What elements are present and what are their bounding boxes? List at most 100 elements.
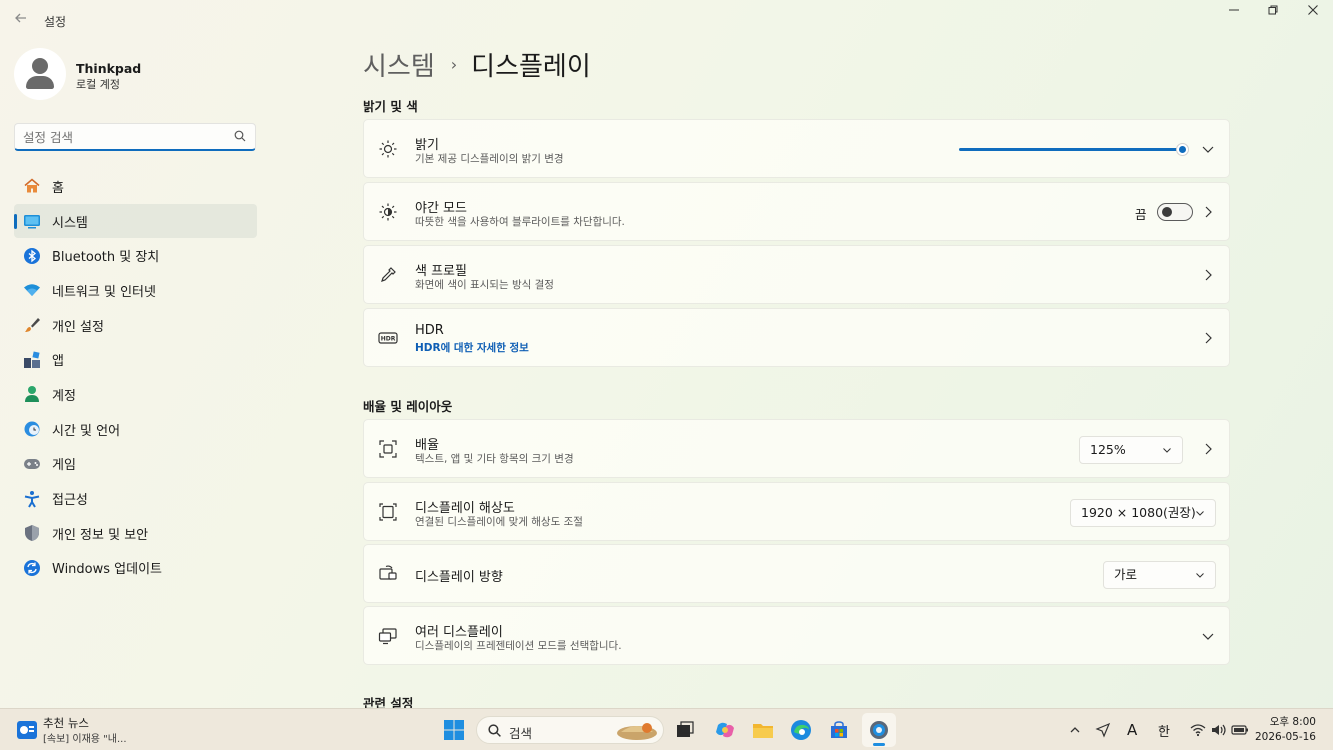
bluetooth-icon <box>22 246 42 266</box>
multiple-displays-card[interactable]: 여러 디스플레이 디스플레이의 프레젠테이션 모드를 선택합니다. <box>363 606 1230 665</box>
sidebar-item-apps[interactable]: 앱 <box>14 342 257 377</box>
night-mode-card[interactable]: 야간 모드 따뜻한 색을 사용하여 블루라이트를 차단합니다. 끔 <box>363 182 1230 241</box>
back-button[interactable] <box>10 10 32 32</box>
brightness-slider-thumb[interactable] <box>1176 143 1189 156</box>
sidebar-item-system[interactable]: 시스템 <box>14 203 257 239</box>
title-bar: 설정 <box>0 0 1333 40</box>
color-profile-subtitle: 화면에 색이 표시되는 방식 결정 <box>415 279 554 291</box>
avatar <box>14 48 66 100</box>
file-explorer-icon[interactable] <box>750 717 776 743</box>
chevron-down-icon[interactable] <box>1201 628 1215 644</box>
clock[interactable]: 오후 8:00 2026-05-16 <box>1255 715 1316 745</box>
sidebar-item-network[interactable]: 네트워크 및 인터넷 <box>14 273 257 308</box>
orientation-dropdown[interactable]: 가로 <box>1103 561 1216 589</box>
page-title: 디스플레이 <box>471 52 591 82</box>
input-language-indicator[interactable]: 한 <box>1158 721 1170 740</box>
maximize-button[interactable] <box>1255 4 1291 22</box>
night-mode-toggle[interactable] <box>1157 203 1193 221</box>
volume-icon[interactable] <box>1208 717 1230 743</box>
accessibility-icon <box>22 489 42 509</box>
sidebar-item-gaming[interactable]: 게임 <box>14 447 257 482</box>
sidebar-item-accessibility[interactable]: 접근성 <box>14 481 257 516</box>
hdr-title: HDR <box>415 323 444 338</box>
night-light-icon <box>379 203 397 221</box>
resolution-dropdown[interactable]: 1920 × 1080(권장) <box>1070 499 1216 527</box>
taskbar: 추천 뉴스 [속보] 이재용 "내... 검색 A 한 오후 8:00 2026… <box>0 708 1333 750</box>
chevron-right-icon[interactable] <box>1201 267 1215 283</box>
resolution-icon <box>379 503 397 521</box>
sidebar-item-windows-update[interactable]: Windows 업데이트 <box>14 551 257 586</box>
scale-dropdown-value: 125% <box>1090 442 1126 457</box>
account-icon <box>22 384 42 404</box>
location-icon[interactable] <box>1092 717 1114 743</box>
settings-app-icon[interactable] <box>862 713 896 747</box>
chevron-right-icon[interactable] <box>1201 204 1215 220</box>
battery-icon[interactable] <box>1229 717 1251 743</box>
breadcrumb-parent[interactable]: 시스템 <box>363 46 435 83</box>
minimize-button[interactable] <box>1216 4 1252 22</box>
orientation-card[interactable]: 디스플레이 방향 가로 <box>363 544 1230 603</box>
sidebar-item-privacy[interactable]: 개인 정보 및 보안 <box>14 516 257 551</box>
resolution-dropdown-value: 1920 × 1080(권장) <box>1081 505 1196 520</box>
hdr-info-link[interactable]: HDR에 대한 자세한 정보 <box>415 340 529 355</box>
wifi-status-icon[interactable] <box>1187 717 1209 743</box>
search-icon <box>488 724 501 737</box>
edge-browser-icon[interactable] <box>788 717 814 743</box>
user-profile[interactable]: Thinkpad 로컬 계정 <box>14 48 254 102</box>
windows-logo-icon <box>444 720 464 740</box>
ime-mode-indicator[interactable]: A <box>1127 721 1137 739</box>
settings-search-input[interactable] <box>23 128 223 146</box>
breadcrumb: 시스템 › 디스플레이 <box>363 46 591 83</box>
taskbar-search[interactable]: 검색 <box>476 716 664 744</box>
brightness-slider-track[interactable] <box>959 148 1181 151</box>
close-icon <box>1308 5 1318 15</box>
wifi-icon <box>22 280 42 300</box>
settings-search-box[interactable] <box>14 123 256 151</box>
task-view-icon[interactable] <box>672 717 698 743</box>
brightness-card[interactable]: 밝기 기본 제공 디스플레이의 밝기 변경 <box>363 119 1230 178</box>
close-button[interactable] <box>1295 4 1331 22</box>
settings-window: 설정 Thinkpad 로컬 계정 홈 시스템 <box>0 0 1333 711</box>
sidebar-item-label: 개인 정보 및 보안 <box>52 527 149 543</box>
resolution-subtitle: 연결된 디스플레이에 맞게 해상도 조절 <box>415 516 583 528</box>
microsoft-store-icon[interactable] <box>826 717 852 743</box>
svg-text:HDR: HDR <box>381 336 396 343</box>
search-highlight-icon <box>617 723 657 740</box>
copilot-icon[interactable] <box>712 717 738 743</box>
sidebar-item-time-language[interactable]: 시간 및 언어 <box>14 412 257 447</box>
brush-icon <box>22 315 42 335</box>
multiple-displays-icon <box>378 628 397 645</box>
scale-dropdown[interactable]: 125% <box>1079 436 1183 464</box>
orientation-title: 디스플레이 방향 <box>415 570 503 585</box>
section-title-scale-layout: 배율 및 레이아웃 <box>363 399 453 414</box>
start-button[interactable] <box>441 717 467 743</box>
color-profile-card[interactable]: 색 프로필 화면에 색이 표시되는 방식 결정 <box>363 245 1230 304</box>
update-icon <box>22 558 42 578</box>
news-widget-icon[interactable] <box>14 717 40 743</box>
search-icon <box>234 130 246 142</box>
show-hidden-icons-button[interactable] <box>1065 717 1085 743</box>
chevron-right-icon[interactable] <box>1201 330 1215 346</box>
sidebar-item-home[interactable]: 홈 <box>14 169 257 204</box>
home-icon <box>22 176 42 196</box>
section-title-brightness-color: 밝기 및 색 <box>363 99 418 114</box>
chevron-down-icon[interactable] <box>1201 141 1215 157</box>
eyedropper-icon <box>381 267 396 282</box>
profile-name: Thinkpad <box>76 61 142 76</box>
sidebar-item-label: 앱 <box>52 354 64 370</box>
orientation-dropdown-value: 가로 <box>1114 567 1138 582</box>
chevron-right-icon[interactable] <box>1201 441 1215 457</box>
sidebar-item-accounts[interactable]: 계정 <box>14 377 257 412</box>
news-widget-headline[interactable]: [속보] 이재용 "내... <box>43 730 127 745</box>
sidebar-item-bluetooth[interactable]: Bluetooth 및 장치 <box>14 238 257 273</box>
taskbar-search-label: 검색 <box>509 726 533 741</box>
sun-icon <box>379 140 397 158</box>
scale-icon <box>379 440 397 458</box>
hdr-card[interactable]: HDR HDR HDR에 대한 자세한 정보 <box>363 308 1230 367</box>
minimize-icon <box>1229 9 1239 11</box>
news-widget-title[interactable]: 추천 뉴스 <box>43 715 89 731</box>
scale-card[interactable]: 배율 텍스트, 앱 및 기타 항목의 크기 변경 125% <box>363 419 1230 478</box>
resolution-card[interactable]: 디스플레이 해상도 연결된 디스플레이에 맞게 해상도 조절 1920 × 10… <box>363 482 1230 541</box>
gamepad-icon <box>22 454 42 474</box>
sidebar-item-personalization[interactable]: 개인 설정 <box>14 308 257 343</box>
